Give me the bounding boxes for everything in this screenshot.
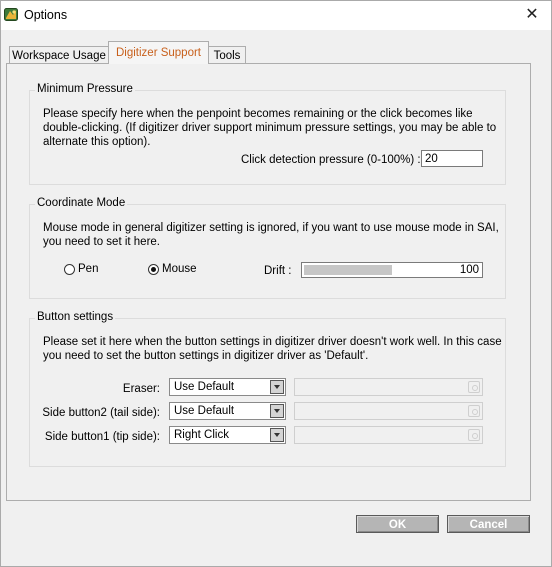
drift-slider-fill	[304, 265, 392, 275]
tab-panel: Minimum Pressure Please specify here whe…	[6, 63, 531, 501]
eraser-extra-button	[468, 381, 480, 393]
side-button2-label: Side button2 (tail side):	[42, 407, 160, 419]
eraser-extra-field	[294, 378, 483, 396]
side-button1-extra-field	[294, 426, 483, 444]
pen-radio-label: Pen	[78, 263, 99, 275]
tab-tools[interactable]: Tools	[208, 46, 246, 64]
mouse-radio-label: Mouse	[162, 263, 197, 275]
title-bar: Options ✕	[1, 1, 551, 30]
min-pressure-line-1: Please specify here when the penpoint be…	[43, 108, 473, 120]
side-button2-select[interactable]: Use Default	[169, 402, 286, 420]
eraser-select-value: Use Default	[174, 381, 235, 393]
click-detection-pressure-input[interactable]: 20	[421, 150, 483, 167]
min-pressure-line-3: alternate this option).	[43, 136, 151, 148]
drift-slider[interactable]: 100	[301, 262, 483, 278]
side-button2-select-value: Use Default	[174, 405, 235, 417]
mouse-radio[interactable]	[148, 264, 159, 275]
window-title: Options	[24, 8, 68, 22]
side-button1-label: Side button1 (tip side):	[44, 431, 160, 443]
button-settings-group: Button settings Please set it here when …	[29, 311, 506, 467]
cancel-button[interactable]: Cancel	[447, 515, 530, 533]
sai-app-icon	[4, 8, 18, 21]
coordinate-mode-line-1: Mouse mode in general digitizer setting …	[43, 222, 499, 234]
mouse-radio-dot	[151, 267, 156, 272]
ok-button[interactable]: OK	[356, 515, 439, 533]
pen-radio[interactable]	[64, 264, 75, 275]
tab-workspace-usage[interactable]: Workspace Usage	[9, 46, 109, 64]
options-window: Options ✕ Workspace Usage Digitizer Supp…	[0, 0, 552, 567]
coordinate-mode-line-2: you need to set it here.	[43, 236, 160, 248]
side-button2-extra-button	[468, 405, 480, 417]
drift-label: Drift :	[264, 265, 292, 277]
click-detection-pressure-label: Click detection pressure (0-100%) :	[241, 154, 421, 166]
minimum-pressure-group: Minimum Pressure Please specify here whe…	[29, 83, 506, 185]
side-button2-extra-field	[294, 402, 483, 420]
side-button1-extra-button	[468, 429, 480, 441]
drift-value: 100	[459, 264, 479, 276]
coordinate-mode-legend: Coordinate Mode	[35, 197, 128, 209]
button-settings-line-1: Please set it here when the button setti…	[43, 336, 502, 348]
button-settings-legend: Button settings	[35, 311, 116, 323]
chevron-down-icon[interactable]	[270, 380, 284, 394]
side-button1-select[interactable]: Right Click	[169, 426, 286, 444]
eraser-label: Eraser:	[122, 383, 160, 395]
minimum-pressure-legend: Minimum Pressure	[35, 83, 135, 95]
close-icon[interactable]: ✕	[521, 5, 543, 25]
min-pressure-line-2: double-clicking. (If digitizer driver su…	[43, 122, 497, 134]
coordinate-mode-group: Coordinate Mode Mouse mode in general di…	[29, 197, 506, 299]
side-button1-select-value: Right Click	[174, 429, 229, 441]
chevron-down-icon[interactable]	[270, 428, 284, 442]
tab-digitizer-support[interactable]: Digitizer Support	[108, 41, 209, 64]
button-settings-line-2: you need to set the button settings in d…	[43, 350, 369, 362]
chevron-down-icon[interactable]	[270, 404, 284, 418]
eraser-select[interactable]: Use Default	[169, 378, 286, 396]
